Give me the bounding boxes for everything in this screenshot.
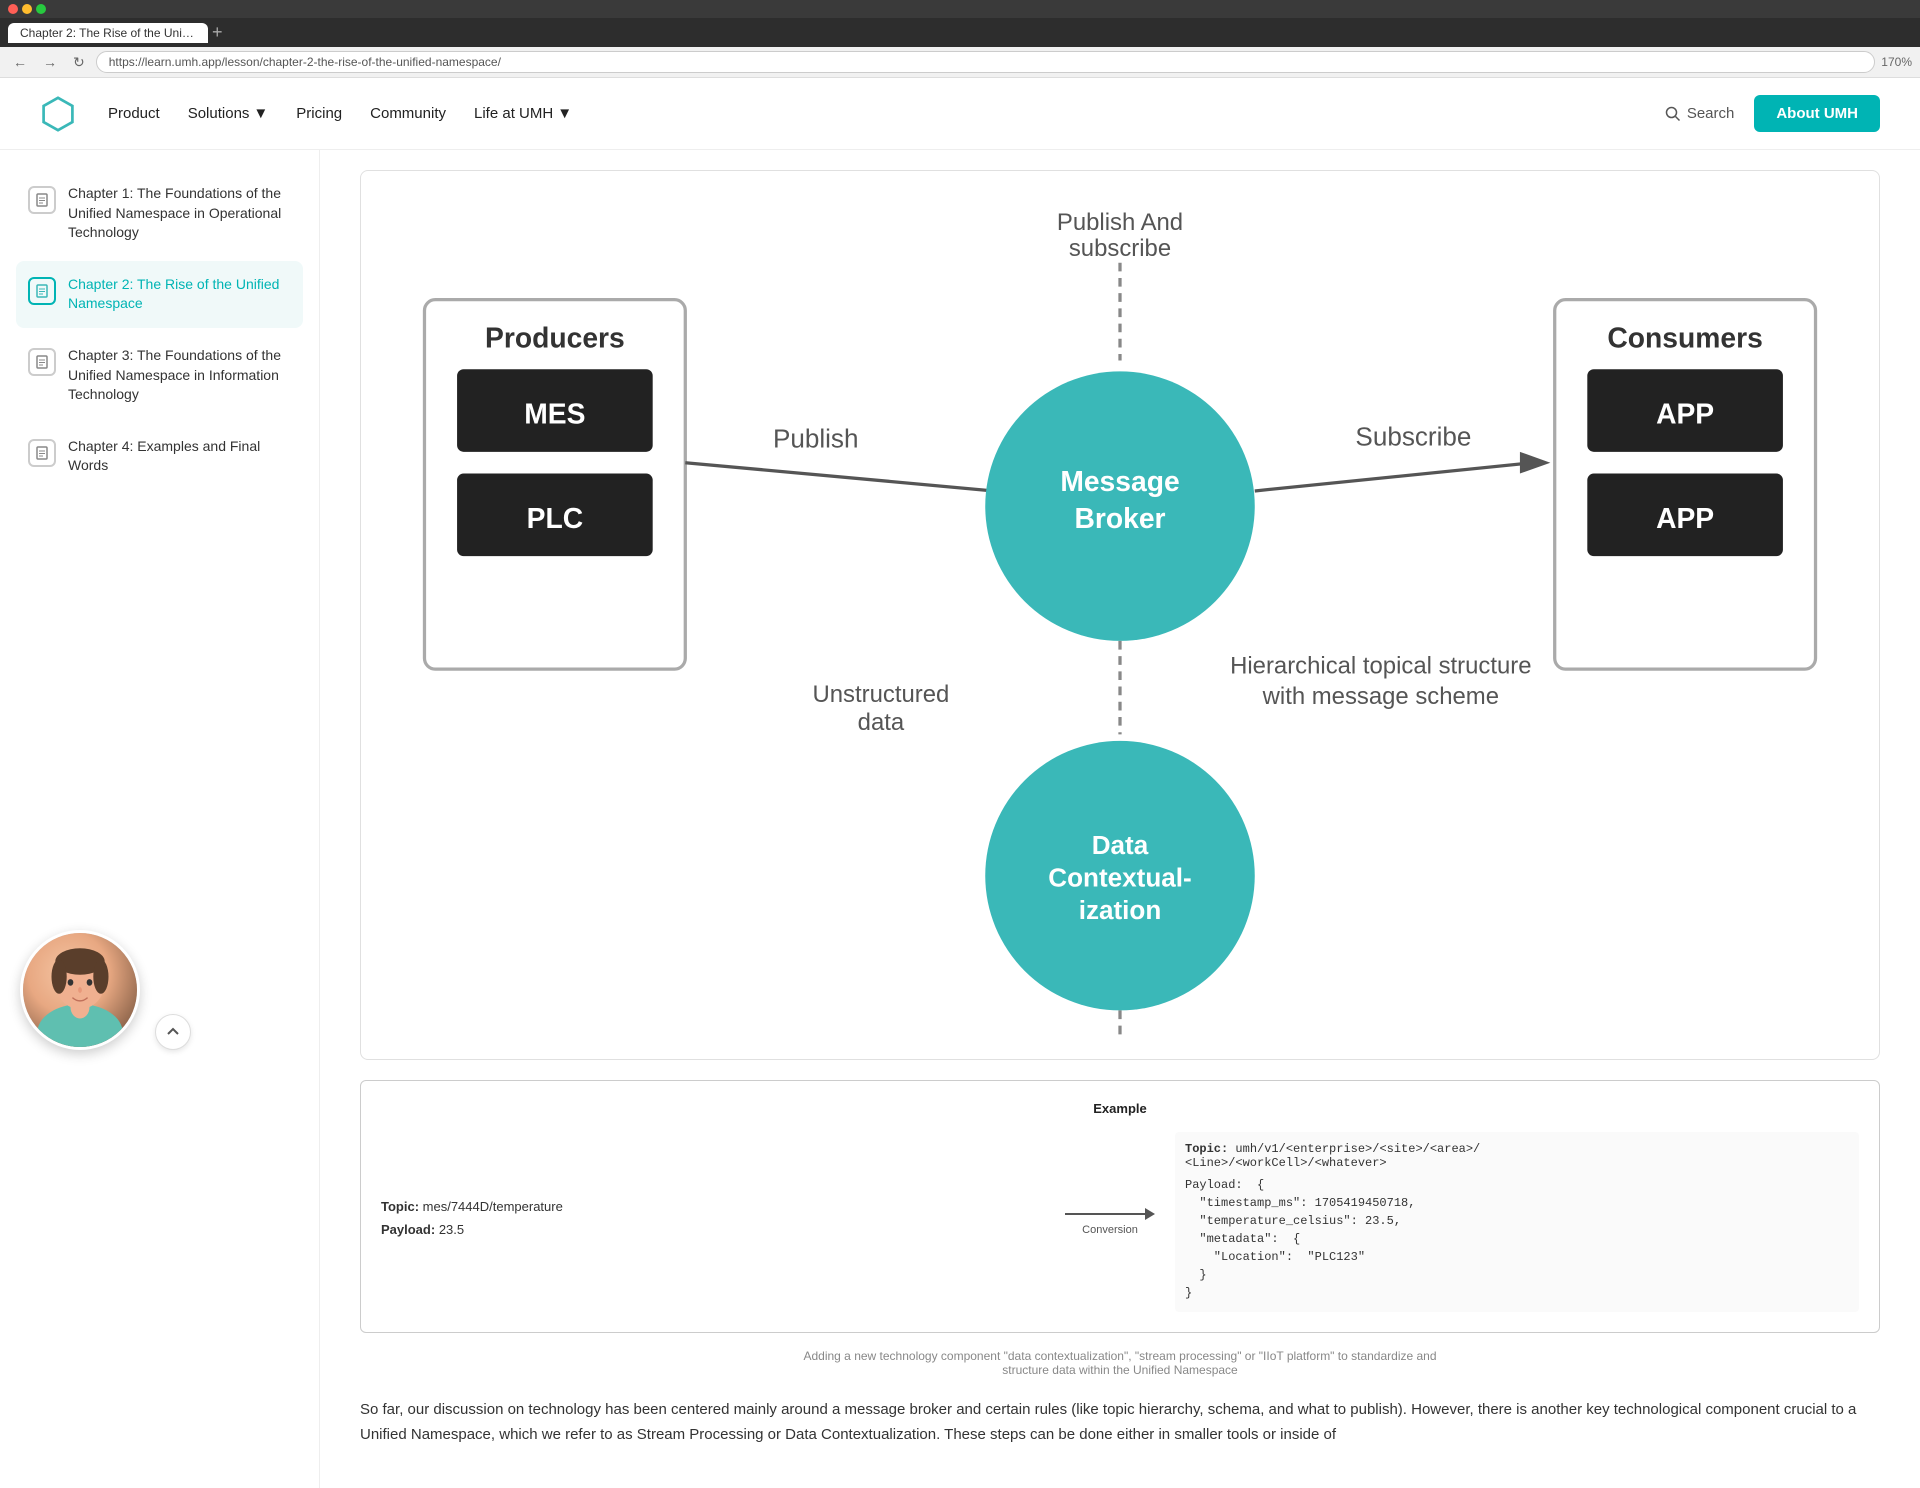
avatar-placeholder	[23, 933, 137, 1047]
sidebar-item-ch1[interactable]: Chapter 1: The Foundations of the Unifie…	[16, 170, 303, 257]
message-broker-label-1: Message	[1060, 465, 1179, 497]
video-avatar	[20, 930, 140, 1050]
logo[interactable]	[40, 96, 76, 132]
maximize-dot[interactable]	[36, 4, 46, 14]
conversion-label: Conversion	[1082, 1224, 1138, 1236]
left-topic-field: Topic: mes/7444D/temperature	[381, 1199, 1045, 1214]
browser-chrome	[0, 0, 1920, 18]
navbar: Product Solutions ▼ Pricing Community Li…	[0, 78, 1920, 150]
publish-line	[685, 463, 994, 491]
logo-icon	[40, 96, 76, 132]
browser-tabs-bar: Chapter 2: The Rise of the Unified Names…	[0, 18, 1920, 47]
sidebar: Chapter 1: The Foundations of the Unifie…	[0, 150, 320, 1488]
main-layout: Chapter 1: The Foundations of the Unifie…	[0, 150, 1920, 1488]
back-button[interactable]: ←	[8, 52, 32, 72]
right-payload: Payload: { "timestamp_ms": 1705419450718…	[1185, 1176, 1849, 1302]
conversion-arrow: Conversion	[1065, 1208, 1155, 1236]
hier-label-2: with message scheme	[1262, 683, 1499, 710]
data-context-label-3: ization	[1079, 895, 1162, 925]
subscribe-line	[1255, 463, 1533, 491]
message-broker-label-2: Broker	[1074, 502, 1165, 534]
chapter3-icon	[28, 348, 56, 376]
chapter2-icon	[28, 277, 56, 305]
sidebar-ch2-label: Chapter 2: The Rise of the Unified Names…	[68, 275, 291, 314]
search-icon	[1665, 106, 1681, 122]
subscribe-arrow-head	[1520, 452, 1550, 474]
address-bar[interactable]: https://learn.umh.app/lesson/chapter-2-t…	[96, 51, 1876, 73]
unstructured-label-2: data	[858, 709, 905, 736]
reload-button[interactable]: ↻	[68, 52, 90, 73]
example-box: Example Topic: mes/7444D/temperature Pay…	[360, 1080, 1880, 1333]
avatar-svg	[23, 930, 137, 1050]
app1-label: APP	[1656, 398, 1714, 430]
mes-label: MES	[524, 398, 585, 430]
address-bar-row: ← → ↻ https://learn.umh.app/lesson/chapt…	[0, 47, 1920, 78]
consumers-title: Consumers	[1607, 321, 1762, 353]
diagram-caption: Adding a new technology component "data …	[360, 1349, 1880, 1377]
data-context-label-2: Contextual-	[1048, 863, 1191, 893]
forward-button[interactable]: →	[38, 52, 62, 72]
main-diagram: Publish And subscribe Producers MES PLC …	[381, 191, 1859, 1039]
chevron-down-icon: ▼	[253, 105, 268, 122]
sidebar-ch4-label: Chapter 4: Examples and Final Words	[68, 437, 291, 476]
publish-subscribe-label-2: subscribe	[1069, 235, 1171, 262]
unstructured-label-1: Unstructured	[813, 681, 950, 708]
sidebar-item-ch4[interactable]: Chapter 4: Examples and Final Words	[16, 423, 303, 490]
about-button[interactable]: About UMH	[1754, 95, 1880, 132]
scroll-to-top-button[interactable]	[155, 1014, 191, 1050]
example-right: Topic: umh/v1/<enterprise>/<site>/<area>…	[1175, 1132, 1859, 1312]
new-tab-button[interactable]: +	[212, 22, 223, 43]
active-tab[interactable]: Chapter 2: The Rise of the Unified Names…	[8, 23, 208, 43]
nav-life-at-umh[interactable]: Life at UMH ▼	[474, 105, 572, 122]
example-inner: Topic: mes/7444D/temperature Payload: 23…	[381, 1132, 1859, 1312]
subscribe-label: Subscribe	[1355, 421, 1471, 451]
producers-title: Producers	[485, 321, 625, 353]
chapter1-icon	[28, 186, 56, 214]
chevron-down-icon-2: ▼	[557, 105, 572, 122]
minimize-dot[interactable]	[22, 4, 32, 14]
nav-pricing[interactable]: Pricing	[296, 105, 342, 122]
left-payload-field: Payload: 23.5	[381, 1222, 1045, 1237]
publish-label: Publish	[773, 423, 859, 453]
nav-solutions[interactable]: Solutions ▼	[188, 105, 269, 122]
example-title: Example	[381, 1101, 1859, 1116]
sidebar-item-ch3[interactable]: Chapter 3: The Foundations of the Unifie…	[16, 332, 303, 419]
publish-subscribe-label: Publish And	[1057, 209, 1183, 236]
arrow-up-icon	[166, 1025, 180, 1039]
nav-right: Search About UMH	[1665, 95, 1880, 132]
zoom-level: 170%	[1881, 55, 1912, 69]
example-left: Topic: mes/7444D/temperature Payload: 23…	[381, 1199, 1045, 1245]
chapter4-icon	[28, 439, 56, 467]
article-text: So far, our discussion on technology has…	[360, 1397, 1880, 1448]
nav-community[interactable]: Community	[370, 105, 446, 122]
sidebar-ch3-label: Chapter 3: The Foundations of the Unifie…	[68, 346, 291, 405]
search-button[interactable]: Search	[1665, 105, 1735, 122]
right-topic: Topic: umh/v1/<enterprise>/<site>/<area>…	[1185, 1142, 1849, 1170]
close-dot[interactable]	[8, 4, 18, 14]
sidebar-ch1-label: Chapter 1: The Foundations of the Unifie…	[68, 184, 291, 243]
diagram-container: Publish And subscribe Producers MES PLC …	[360, 170, 1880, 1060]
hier-label-1: Hierarchical topical structure	[1230, 653, 1531, 680]
data-context-label-1: Data	[1092, 830, 1149, 860]
main-content: Publish And subscribe Producers MES PLC …	[320, 150, 1920, 1488]
nav-product[interactable]: Product	[108, 105, 160, 122]
app2-label: APP	[1656, 502, 1714, 534]
nav-links: Product Solutions ▼ Pricing Community Li…	[108, 105, 1633, 122]
plc-label: PLC	[527, 502, 584, 534]
sidebar-item-ch2[interactable]: Chapter 2: The Rise of the Unified Names…	[16, 261, 303, 328]
